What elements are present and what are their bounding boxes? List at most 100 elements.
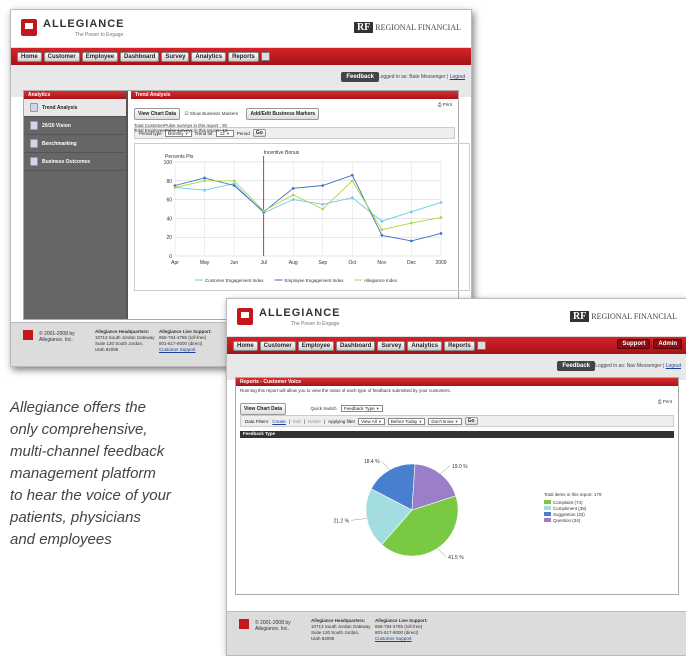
sidebar-item-2020-vision[interactable]: 20/20 Vision [24, 117, 126, 135]
nav-dashboard[interactable]: Dashboard [336, 340, 376, 351]
y-tick-label: 60 [166, 198, 172, 204]
trend-line-chart: 020406080100Apr May Jun Jul Aug Sep Oct Nov Dec 2… [134, 143, 470, 291]
brand-tagline: The Power to Engage [75, 32, 124, 38]
print-icon[interactable] [476, 341, 486, 350]
show-markers-checkbox[interactable]: ☑ Show Business Markers [184, 111, 238, 116]
app-header: ALLEGIANCE The Power to Engage RF REGIONA… [227, 299, 686, 337]
feedback-button[interactable]: Feedback [341, 72, 379, 82]
nav-analytics[interactable]: Analytics [407, 340, 443, 351]
nav-employee[interactable]: Employee [297, 340, 335, 351]
create-filter-link[interactable]: Create [272, 419, 286, 424]
data-point [203, 176, 206, 180]
print-link[interactable]: ⎙ Print [658, 399, 672, 404]
quick-switch-select[interactable]: Feedback Type [340, 405, 383, 412]
nav-home[interactable]: Home [233, 340, 258, 351]
pie-leader-line [351, 518, 367, 521]
print-link[interactable]: ⎙ Print [438, 102, 452, 107]
pie-leader-line [381, 461, 390, 471]
data-point [203, 188, 206, 192]
y-tick-label: 40 [166, 216, 172, 222]
y-tick-label: 100 [164, 160, 173, 166]
nav-reports[interactable]: Reports [444, 340, 475, 351]
login-status: Logged in as: Nav Messenger | Logout [595, 363, 681, 369]
data-point [321, 184, 325, 187]
pie-slice-label: 41.5 % [448, 555, 464, 561]
login-status: Logged in as: Bate Messenger | Logout [377, 74, 465, 80]
data-point [410, 221, 413, 225]
logout-link[interactable]: Logout [450, 74, 465, 80]
annotation-label: Incentive Bonus [264, 150, 300, 156]
support-button[interactable]: Support [617, 339, 651, 349]
hq-info: Allegiance Headquarters: 10713 South Jord… [311, 618, 371, 641]
add-edit-markers-button[interactable]: Add/Edit Business Markers [246, 108, 320, 120]
nav-survey[interactable]: Survey [161, 51, 190, 62]
nav-home[interactable]: Home [17, 51, 42, 62]
panel-title: Trend Analysis [131, 91, 458, 99]
customer-support-link[interactable]: Customer Support [375, 636, 412, 641]
x-tick-label: May [200, 260, 210, 266]
brand-name: ALLEGIANCE [43, 18, 125, 30]
data-point [410, 239, 413, 243]
x-tick-label: Apr [171, 260, 179, 266]
nav-analytics[interactable]: Analytics [191, 51, 227, 62]
sidebar-item-business-outcomes[interactable]: Business Outcomes [24, 153, 126, 171]
go-button[interactable]: Go [464, 417, 478, 425]
data-point [232, 179, 236, 183]
chart-title-bar: Feedback Type [240, 431, 674, 438]
nav-dashboard[interactable]: Dashboard [120, 51, 160, 62]
customer-support-link[interactable]: Customer Support [159, 347, 196, 352]
print-icon[interactable] [260, 52, 270, 61]
data-point [203, 179, 206, 183]
legend-entry: Allegiance Index [364, 278, 398, 283]
copyright: © 2001-2008 by Allegiance, Inc. [255, 620, 291, 632]
nav-survey[interactable]: Survey [377, 340, 406, 351]
nav-customer[interactable]: Customer [43, 51, 80, 62]
legend-swatch [544, 500, 551, 504]
hq-info: Allegiance Headquarters: 10713 South Jord… [95, 329, 155, 352]
edit-filter-link[interactable]: Edit [293, 419, 301, 424]
data-point [439, 232, 443, 235]
stat-employee: Total EmployeePulse surveys in this repo… [134, 128, 228, 133]
sidebar: Analytics Trend Analysis 20/20 Vision Be… [24, 91, 128, 319]
sidebar-item-trend-analysis[interactable]: Trend Analysis [24, 99, 126, 117]
nav-right: Support Admin [617, 339, 682, 349]
nav-employee[interactable]: Employee [81, 51, 119, 62]
dont-know-select[interactable]: Don't know [428, 417, 462, 425]
brand-name: ALLEGIANCE [259, 307, 341, 319]
sidebar-item-benchmarking[interactable]: Benchmarking [24, 135, 126, 153]
data-point [439, 201, 443, 204]
before-today-select[interactable]: Before Today [387, 417, 426, 425]
legend-title: Total items in this report: 179 [544, 492, 602, 497]
nav-customer[interactable]: Customer [259, 340, 296, 351]
chart-icon [30, 157, 38, 166]
partner-logo: RF REGIONAL FINANCIAL [353, 22, 461, 33]
nav-reports[interactable]: Reports [228, 51, 259, 62]
series-line [174, 174, 442, 242]
trend-panel: Trend Analysis View Chart Data ☑ Show Bu… [131, 91, 470, 319]
legend-swatch [544, 518, 551, 522]
x-tick-label: 2009 [435, 260, 446, 266]
view-all-select[interactable]: View All [358, 417, 385, 425]
data-point [291, 187, 295, 190]
view-chart-data-button[interactable]: View Chart Data [240, 403, 286, 415]
x-tick-label: Aug [289, 260, 298, 266]
report-description: Running this report will allow you to vi… [240, 388, 451, 393]
admin-button[interactable]: Admin [653, 339, 682, 349]
x-tick-label: Nov [377, 260, 386, 266]
data-point [351, 196, 354, 200]
data-point [291, 198, 295, 201]
view-chart-data-button[interactable]: View Chart Data [134, 108, 180, 120]
feedback-button[interactable]: Feedback [557, 361, 595, 371]
delete-filter-link[interactable]: Delete [308, 419, 321, 424]
partner-logo: RF REGIONAL FINANCIAL [569, 311, 677, 322]
logout-link[interactable]: Logout [666, 363, 681, 369]
y-axis-label: Percents Pts [165, 154, 194, 160]
pie-slice-label: 21.2 % [333, 518, 349, 524]
live-support-info: Allegiance Live Support: 866-794-4785 (to… [375, 618, 428, 641]
chart-icon [30, 139, 38, 148]
content-area: Analytics Trend Analysis 20/20 Vision Be… [23, 90, 470, 320]
content-area: Reports - Customer Voice Running this re… [235, 377, 679, 595]
data-point [232, 184, 236, 187]
data-point [321, 207, 325, 211]
x-tick-label: Jul [260, 260, 266, 266]
